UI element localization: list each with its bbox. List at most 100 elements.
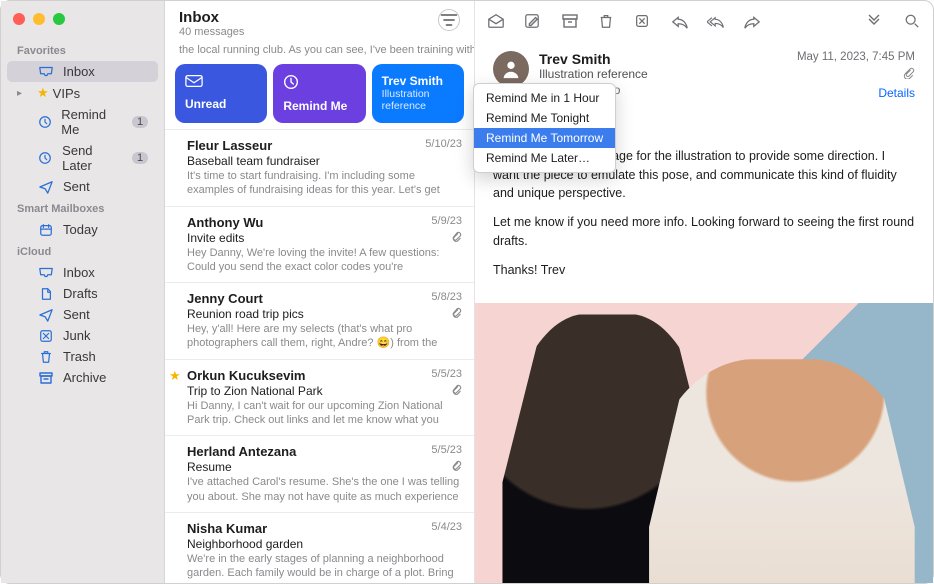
sidebar: Favorites▸Inbox▸★VIPs▸Remind Me1▸Send La…	[1, 1, 165, 583]
message-date: 5/4/23	[431, 521, 462, 533]
message-subject: Invite edits	[187, 231, 460, 245]
avatar	[493, 51, 529, 87]
sidebar-item-drafts[interactable]: ▸Drafts	[7, 283, 158, 304]
message-row[interactable]: Jenny Court5/8/23Reunion road trip picsH…	[165, 283, 474, 360]
sidebar-item-junk[interactable]: ▸Junk	[7, 325, 158, 346]
message-row[interactable]: Fleur Lasseur5/10/23Baseball team fundra…	[165, 130, 474, 207]
search-icon[interactable]	[901, 10, 923, 32]
sidebar-section-heading: iCloud	[1, 240, 164, 262]
flag-icon: ★	[169, 368, 181, 384]
attachment-icon	[797, 67, 915, 82]
message-date: 5/5/23	[431, 368, 462, 380]
detail-paragraph: Thanks! Trev	[493, 261, 915, 280]
message-snippet: Hi Danny, I can't wait for our upcoming …	[187, 399, 460, 428]
message-list-pane: Inbox 40 messages the local running club…	[165, 1, 475, 583]
archive-icon[interactable]	[559, 10, 581, 32]
filter-icon[interactable]	[438, 9, 460, 31]
message-date: 5/5/23	[431, 444, 462, 456]
sidebar-item-label: Junk	[63, 328, 90, 343]
message-subject: Neighborhood garden	[187, 537, 460, 551]
message-row[interactable]: Herland Antezana5/5/23ResumeI've attache…	[165, 436, 474, 513]
tile-selected-message[interactable]: Trev Smith Illustration reference	[372, 64, 464, 123]
close-window-icon[interactable]	[13, 13, 25, 25]
sidebar-item-label: Sent	[63, 179, 90, 194]
trash-icon[interactable]	[595, 10, 617, 32]
trash-icon	[37, 350, 55, 364]
sidebar-item-label: VIPs	[53, 86, 80, 101]
message-snippet: Hey Danny, We're loving the invite! A fe…	[187, 246, 460, 275]
mailbox-title: Inbox	[179, 9, 438, 26]
message-snippet: We're in the early stages of planning a …	[187, 552, 460, 581]
sidebar-item-label: Trash	[63, 349, 96, 364]
menu-item[interactable]: Remind Me in 1 Hour	[474, 88, 615, 108]
minimize-window-icon[interactable]	[33, 13, 45, 25]
more-icon[interactable]	[863, 10, 885, 32]
sidebar-item-label: Send Later	[62, 143, 124, 173]
sidebar-item-send-later[interactable]: ▸Send Later1	[7, 140, 158, 176]
menu-item[interactable]: Remind Me Later…	[474, 148, 615, 168]
forward-icon[interactable]	[741, 10, 763, 32]
envelope-icon	[185, 74, 257, 91]
sidebar-section-heading: Smart Mailboxes	[1, 197, 164, 219]
sidebar-item-sent[interactable]: ▸Sent	[7, 304, 158, 325]
star-icon: ★	[37, 85, 49, 101]
tile-label: Unread	[185, 97, 226, 111]
message-list[interactable]: Fleur Lasseur5/10/23Baseball team fundra…	[165, 129, 474, 583]
sidebar-item-label: Inbox	[63, 265, 95, 280]
detail-subject: Illustration reference	[539, 67, 787, 81]
attachment-icon	[451, 460, 462, 474]
sidebar-item-inbox[interactable]: ▸Inbox	[7, 61, 158, 82]
message-from: Nisha Kumar	[187, 521, 460, 536]
compose-icon[interactable]	[521, 10, 543, 32]
reply-icon[interactable]	[669, 10, 691, 32]
detail-inline-image	[475, 303, 933, 583]
zoom-window-icon[interactable]	[53, 13, 65, 25]
message-row[interactable]: Anthony Wu5/9/23Invite editsHey Danny, W…	[165, 207, 474, 284]
sidebar-badge: 1	[132, 152, 148, 164]
send-icon	[37, 308, 55, 322]
sidebar-item-remind-me[interactable]: ▸Remind Me1	[7, 104, 158, 140]
top-message-snippet: the local running club. As you can see, …	[165, 42, 474, 60]
message-row[interactable]: ★Orkun Kucuksevim5/5/23Trip to Zion Nati…	[165, 360, 474, 437]
message-subject: Reunion road trip pics	[187, 307, 460, 321]
clock-icon	[36, 115, 53, 129]
message-from: Anthony Wu	[187, 215, 460, 230]
sidebar-badge: 1	[132, 116, 148, 128]
message-snippet: I've attached Carol's resume. She's the …	[187, 475, 460, 504]
sidebar-item-sent[interactable]: ▸Sent	[7, 176, 158, 197]
sidebar-item-trash[interactable]: ▸Trash	[7, 346, 158, 367]
sidebar-item-vips[interactable]: ▸ ★ VIPs	[7, 82, 158, 104]
details-link[interactable]: Details	[797, 86, 915, 100]
junk-icon	[37, 329, 55, 343]
message-subject: Resume	[187, 460, 460, 474]
menu-item[interactable]: Remind Me Tomorrow	[474, 128, 615, 148]
message-date: 5/8/23	[431, 291, 462, 303]
tile-from: Trev Smith	[382, 74, 454, 88]
tile-unread[interactable]: Unread	[175, 64, 267, 123]
chevron-right-icon: ▸	[17, 88, 29, 99]
sidebar-item-inbox[interactable]: ▸Inbox	[7, 262, 158, 283]
detail-toolbar	[475, 1, 933, 41]
reply-all-icon[interactable]	[705, 10, 727, 32]
sidebar-item-label: Archive	[63, 370, 106, 385]
message-row[interactable]: Nisha Kumar5/4/23 Neighborhood gardenWe'r…	[165, 513, 474, 583]
doc-icon	[37, 287, 55, 301]
junk-icon[interactable]	[631, 10, 653, 32]
remind-me-menu[interactable]: Remind Me in 1 HourRemind Me TonightRemi…	[473, 83, 616, 173]
tile-label: Remind Me	[283, 99, 347, 113]
message-snippet: Hey, y'all! Here are my selects (that's …	[187, 322, 460, 351]
tile-remind-me[interactable]: Remind Me	[273, 64, 365, 123]
sidebar-item-label: Today	[63, 222, 98, 237]
sidebar-item-today[interactable]: ▸Today	[7, 219, 158, 240]
message-from: Orkun Kucuksevim	[187, 368, 460, 383]
sidebar-section-heading: Favorites	[1, 39, 164, 61]
inbox-icon	[37, 266, 55, 280]
inbox-icon	[37, 65, 55, 79]
calendar-icon	[37, 223, 55, 237]
sidebar-item-archive[interactable]: ▸Archive	[7, 367, 158, 388]
message-snippet: It's time to start fundraising. I'm incl…	[187, 169, 460, 198]
menu-item[interactable]: Remind Me Tonight	[474, 108, 615, 128]
detail-paragraph: Let me know if you need more info. Looki…	[493, 213, 915, 251]
detail-timestamp: May 11, 2023, 7:45 PM	[797, 51, 915, 63]
envelope-open-icon[interactable]	[485, 10, 507, 32]
